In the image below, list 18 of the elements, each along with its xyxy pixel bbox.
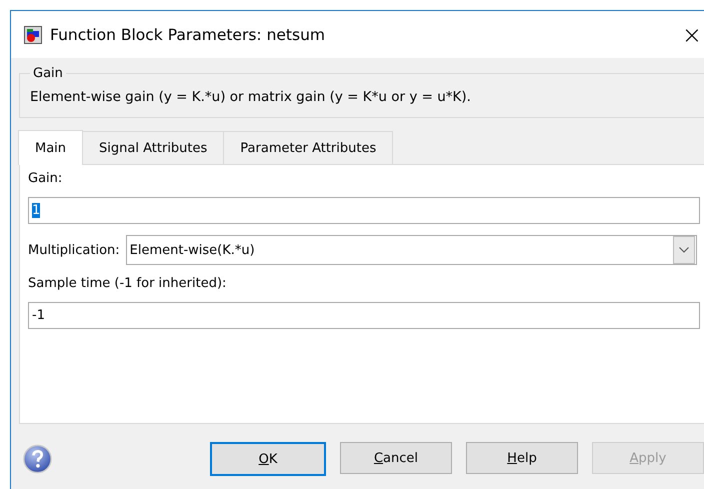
field-label: Multiplication: [28, 242, 120, 258]
tab[interactable]: Parameter Attributes [223, 131, 394, 164]
block-parameters-icon [24, 26, 42, 44]
input-field[interactable]: 1 [28, 197, 700, 224]
field-label: Sample time (-1 for inherited): [28, 276, 228, 291]
tab[interactable]: Main [18, 130, 84, 165]
input-field[interactable]: -1 [28, 302, 700, 329]
group-title: Gain [32, 66, 64, 81]
close-icon[interactable]: × [682, 22, 702, 46]
dropdown[interactable]: Element-wise(K.*u) [126, 235, 697, 265]
field-label: Gain: [28, 171, 64, 186]
dialog-button[interactable]: Help [466, 442, 578, 474]
description-text: Element-wise gain (y = K.*u) or matrix gain (y = K*u or y = u*K). [30, 89, 472, 105]
dialog-button[interactable]: Cancel [340, 442, 452, 474]
dialog-button[interactable]: OK [210, 442, 326, 476]
window-title: Function Block Parameters: netsum [50, 26, 326, 44]
help-icon[interactable] [23, 443, 52, 475]
chevron-down-icon [679, 247, 689, 253]
